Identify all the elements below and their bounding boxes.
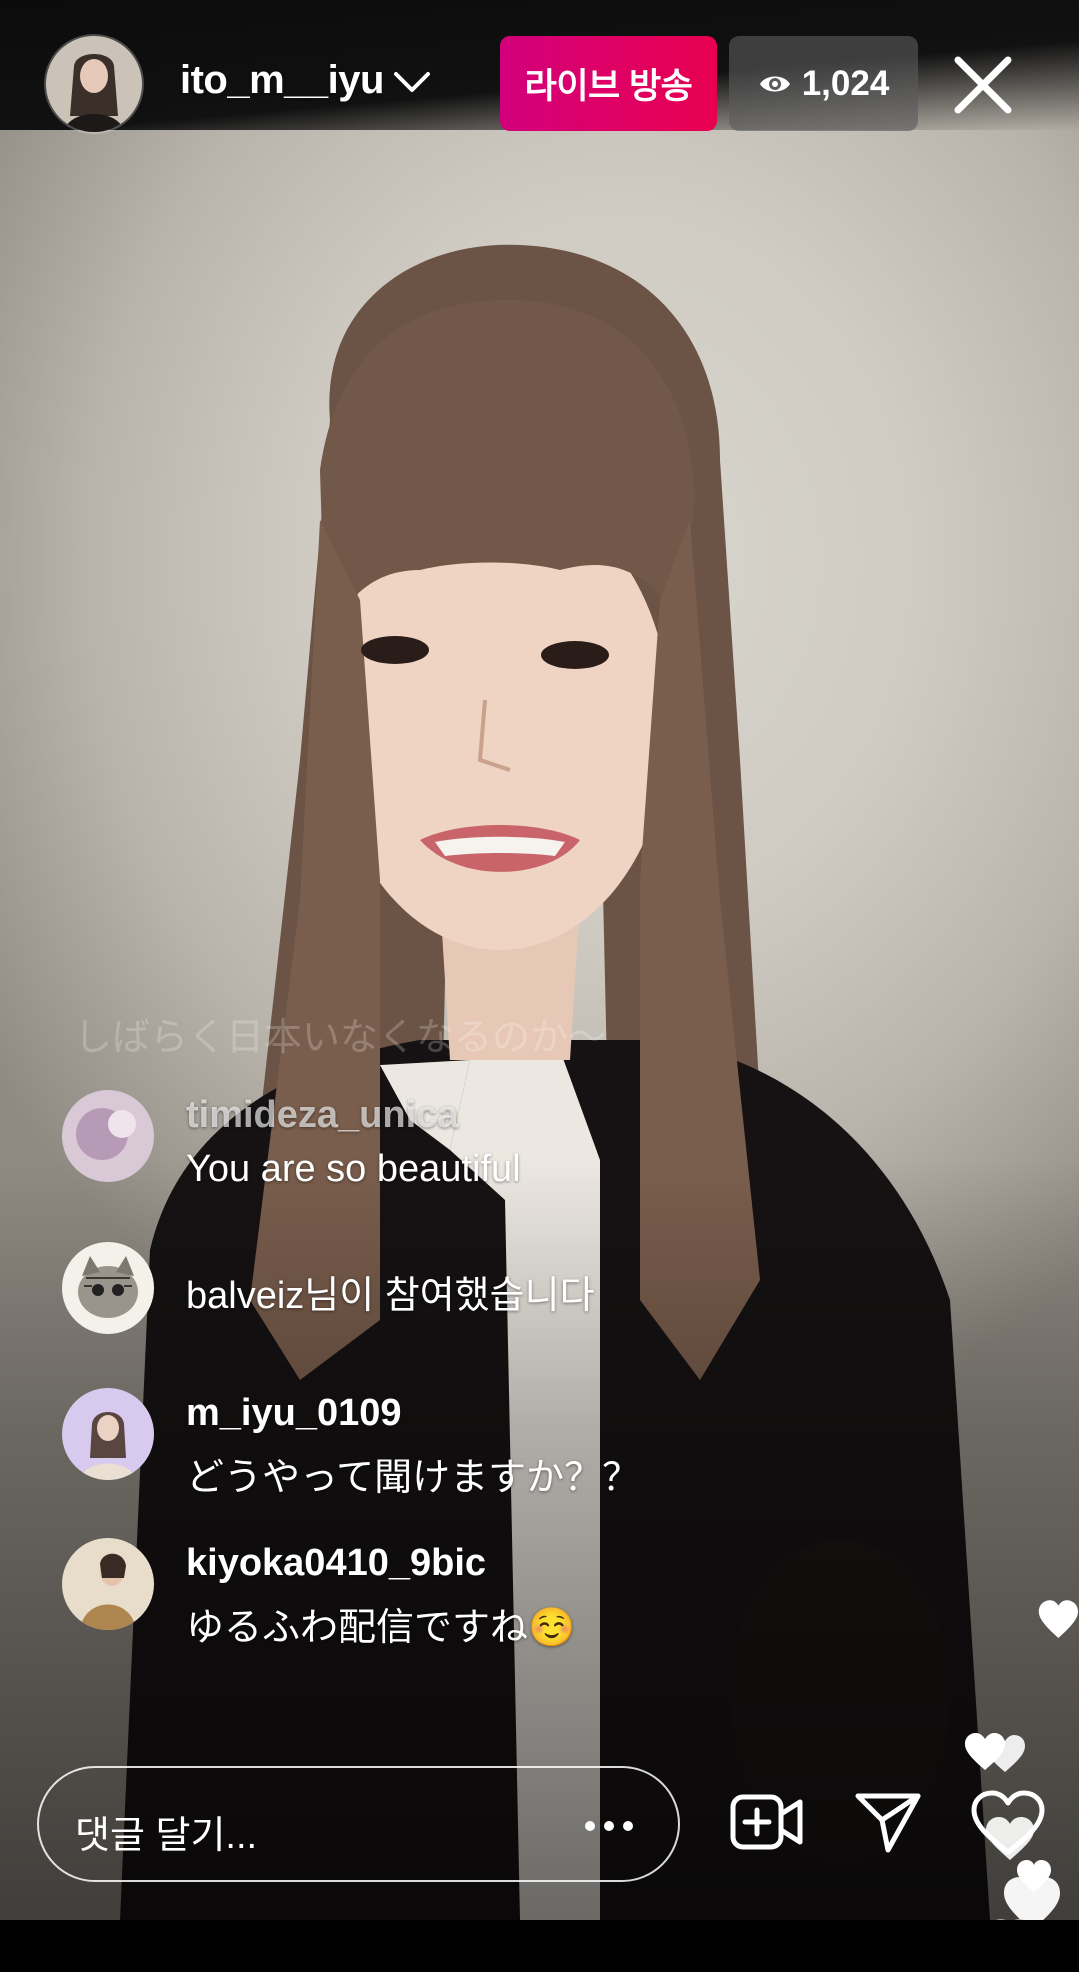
avatar-image	[46, 36, 142, 132]
streamer-username[interactable]: ito_m__iyu	[180, 58, 384, 103]
commenter-avatar[interactable]	[62, 1090, 154, 1182]
comment-text: You are so beautiful	[186, 1148, 521, 1190]
comment-username: m_iyu_0109	[186, 1392, 402, 1434]
avatar-image	[62, 1538, 154, 1630]
streamer-avatar[interactable]	[46, 36, 142, 132]
cat-avatar-image	[62, 1242, 154, 1334]
commenter-avatar[interactable]	[62, 1538, 154, 1630]
live-stream-screen: ito_m__iyu 라이브 방송 1,024 しばらく日本いなくなるのか〜 t…	[0, 0, 1079, 1972]
faded-comment: しばらく日本いなくなるのか〜	[74, 1017, 607, 1059]
add-video-icon[interactable]	[730, 1792, 804, 1852]
live-badge: 라이브 방송	[500, 36, 717, 131]
more-horizontal-icon[interactable]	[584, 1820, 634, 1832]
eye-icon	[759, 76, 790, 91]
bottom-safe-area	[0, 1920, 1079, 1972]
commenter-avatar[interactable]	[62, 1242, 154, 1334]
heart-icon[interactable]	[970, 1790, 1046, 1856]
comment-text: どうやって聞けますか？？	[186, 1457, 641, 1499]
comment-username: timideza_unica	[186, 1094, 459, 1136]
send-icon[interactable]	[854, 1790, 922, 1854]
viewer-count: 1,024	[801, 63, 890, 103]
close-icon[interactable]	[950, 52, 1016, 118]
commenter-avatar[interactable]	[62, 1388, 154, 1480]
comment-placeholder: 댓글 달기...	[75, 1815, 258, 1857]
viewer-count-badge[interactable]: 1,024	[729, 36, 918, 131]
avatar-image	[62, 1090, 154, 1182]
comment-text: ゆるふわ配信ですね☺️	[186, 1607, 576, 1649]
join-text: balveiz님이 참여했습니다	[186, 1275, 595, 1317]
comment-input[interactable]: 댓글 달기...	[37, 1766, 680, 1882]
comment-username: kiyoka0410_9bic	[186, 1542, 487, 1584]
chevron-down-icon[interactable]	[392, 66, 432, 98]
avatar-image	[62, 1388, 154, 1480]
